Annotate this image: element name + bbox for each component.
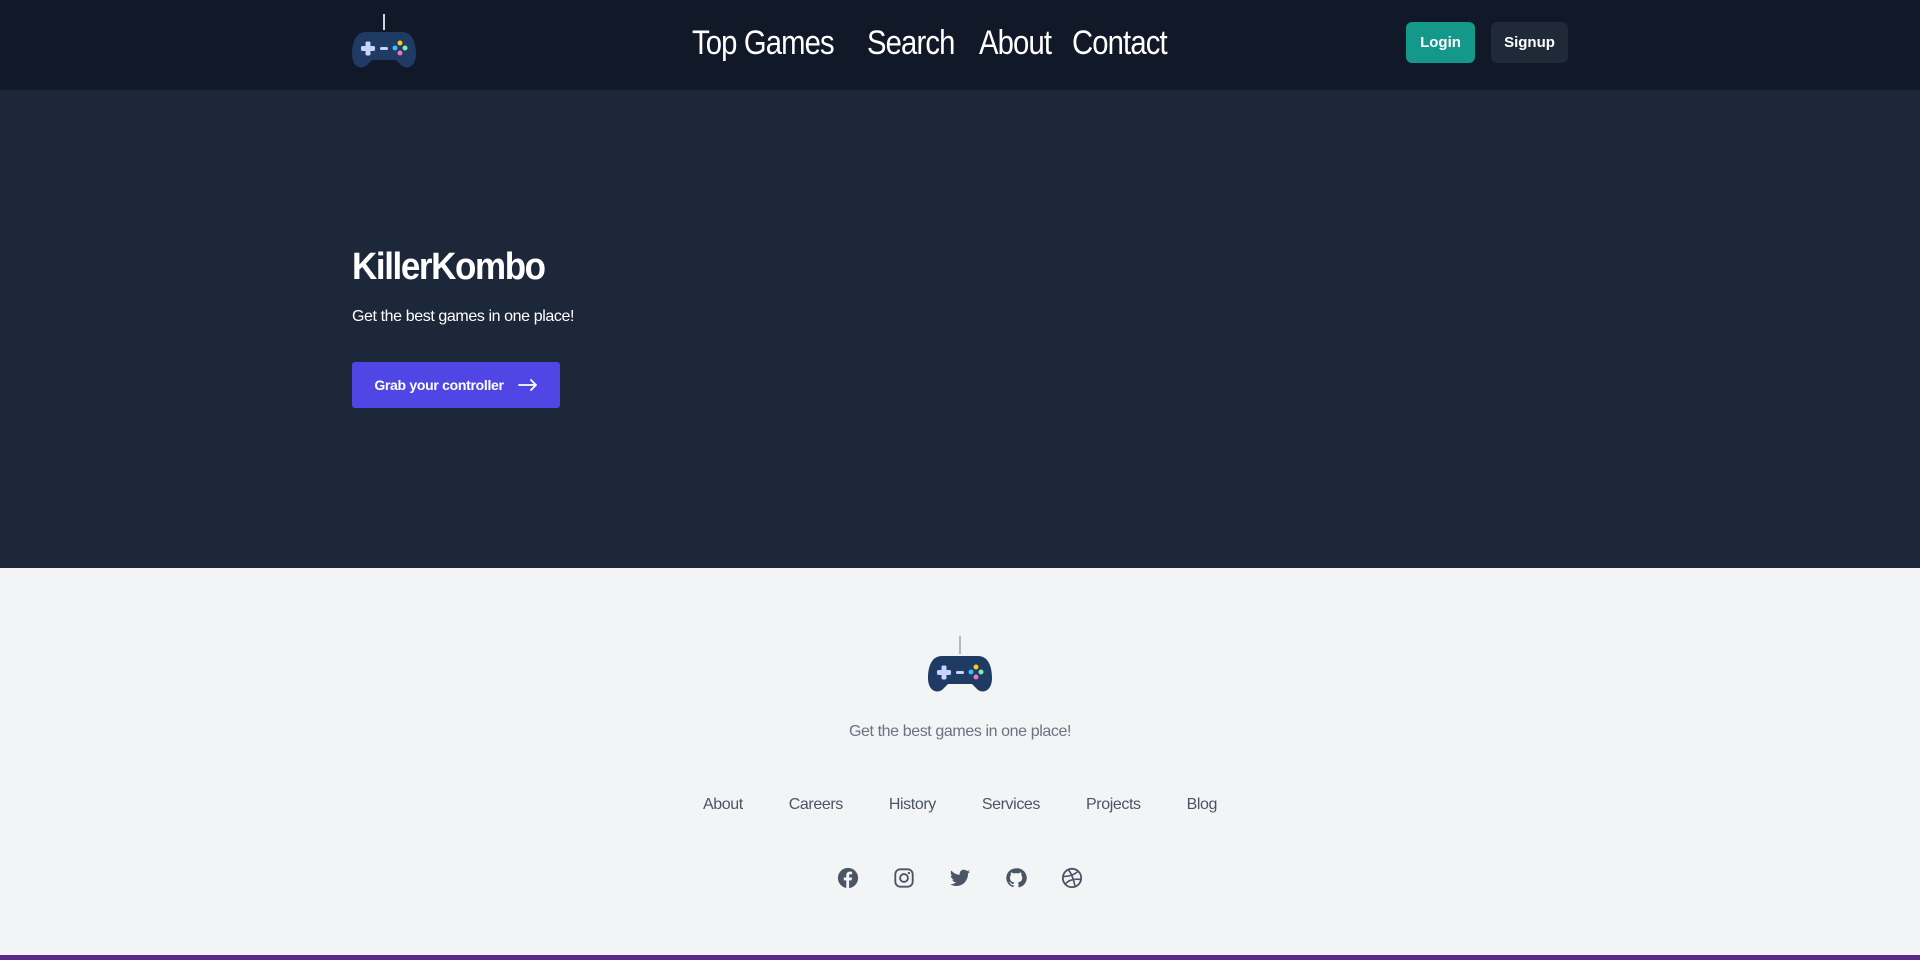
dribbble-icon[interactable] (1061, 867, 1083, 889)
arrow-right-icon (517, 379, 537, 391)
grab-controller-button[interactable]: Grab your controller (352, 362, 560, 408)
instagram-icon[interactable] (893, 867, 915, 889)
footer-link-services[interactable]: Services (982, 796, 1041, 814)
footer-link-about[interactable]: About (703, 796, 743, 814)
nav-about[interactable]: About (979, 24, 1052, 63)
footer-tagline: Get the best games in one place! (848, 723, 1071, 740)
signup-button[interactable]: Signup (1491, 22, 1568, 63)
footer-link-careers[interactable]: Careers (789, 796, 844, 814)
gamepad-icon[interactable] (350, 14, 418, 70)
social-links (0, 867, 1920, 889)
nav-contact[interactable]: Contact (1072, 24, 1168, 63)
site-header: Top Games Search About Contact Login Sig… (0, 0, 1920, 90)
hero-subtitle: Get the best games in one place! (352, 308, 575, 325)
footer-link-blog[interactable]: Blog (1187, 796, 1218, 814)
footer-nav: About Careers History Services Projects … (0, 796, 1920, 814)
footer-link-history[interactable]: History (889, 796, 936, 814)
facebook-icon[interactable] (837, 867, 859, 889)
login-button[interactable]: Login (1406, 22, 1475, 63)
site-footer: Get the best games in one place! About C… (0, 568, 1920, 955)
hero-title: KillerKombo (352, 246, 546, 288)
github-icon[interactable] (1005, 867, 1027, 889)
gamepad-icon[interactable] (926, 636, 994, 694)
nav-top-games[interactable]: Top Games (692, 24, 835, 63)
nav-search[interactable]: Search (867, 24, 955, 63)
main-nav: Top Games Search About Contact (692, 0, 1169, 86)
hero-section: KillerKombo Get the best games in one pl… (0, 90, 1920, 568)
footer-link-projects[interactable]: Projects (1086, 796, 1141, 814)
cta-label: Grab your controller (374, 377, 504, 393)
bottom-accent-bar (0, 955, 1920, 960)
twitter-icon[interactable] (949, 867, 971, 889)
